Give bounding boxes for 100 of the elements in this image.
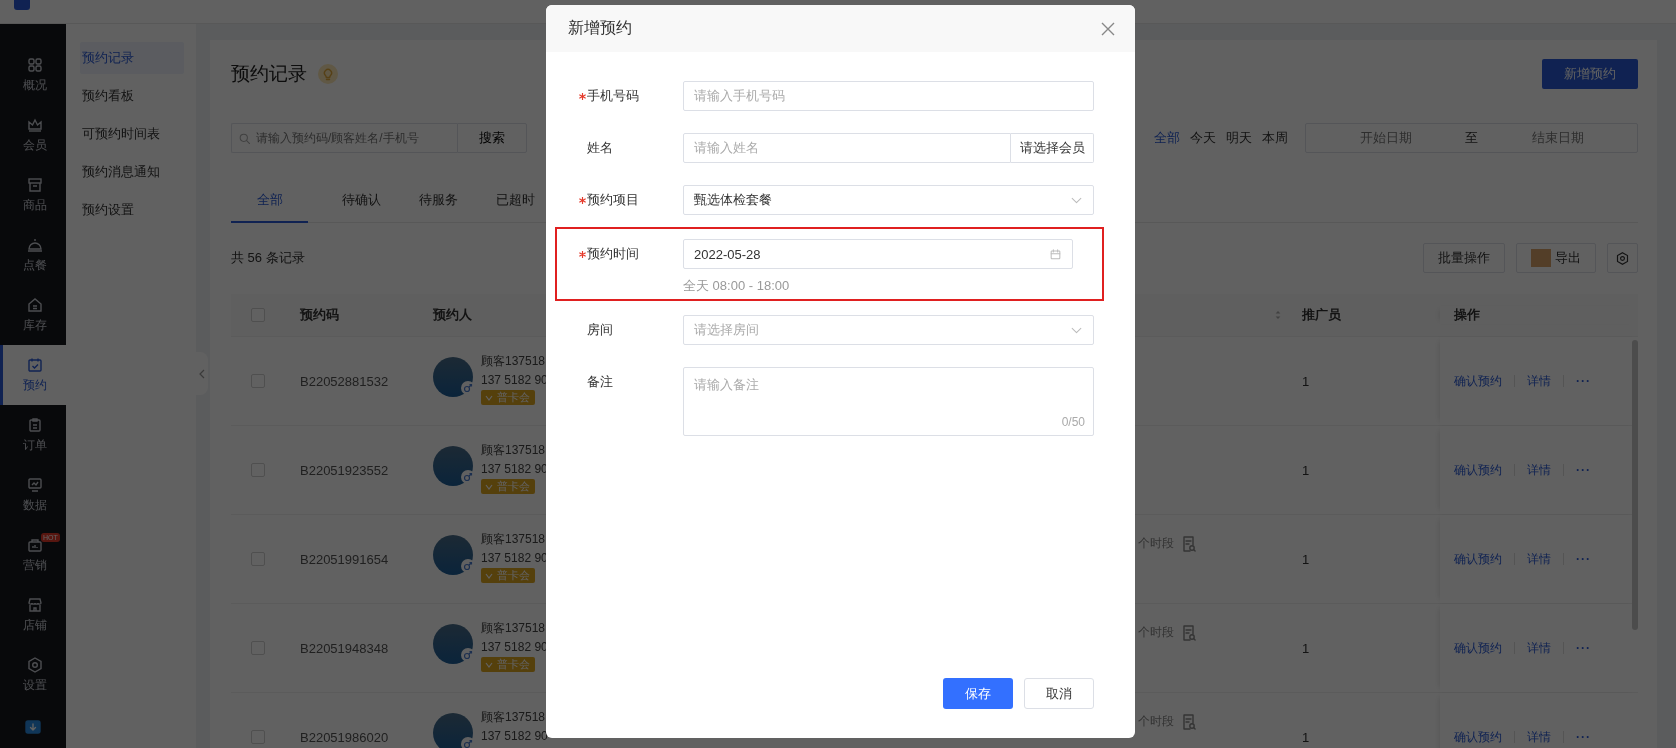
save-button[interactable]: 保存 — [943, 678, 1013, 709]
booking-code: B22051991654 — [300, 551, 389, 567]
remark-textarea[interactable]: 请输入备注 0/50 — [683, 367, 1094, 436]
sort-icon — [1274, 310, 1282, 320]
document-icon — [1182, 535, 1196, 552]
customer-name: 顾客137518 — [481, 353, 547, 370]
details-link[interactable]: 详情 — [1527, 728, 1551, 746]
date-field[interactable]: 2022-05-28 — [683, 239, 1073, 269]
customer-phone: 137 5182 90 — [481, 729, 548, 743]
record-count: 共 56 条记录 — [231, 249, 305, 267]
range-separator: 至 — [1465, 129, 1478, 147]
booking-code: B22051923552 — [300, 462, 389, 478]
document-icon — [1182, 624, 1196, 641]
status-tab[interactable]: 已超时 — [477, 178, 554, 223]
page-title: 预约记录 — [231, 62, 307, 86]
sidebar-item[interactable]: 订单 — [0, 405, 66, 465]
field-label: 预约项目 — [587, 191, 639, 209]
name-input[interactable]: 请输入姓名 — [683, 133, 1011, 163]
cancel-button[interactable]: 取消 — [1024, 678, 1094, 709]
add-booking-button[interactable]: 新增预约 — [1542, 59, 1638, 89]
calendar-icon — [1049, 247, 1062, 261]
select-field[interactable]: 请选择房间 — [683, 315, 1094, 345]
details-link[interactable]: 详情 — [1527, 639, 1551, 657]
submenu-item[interactable]: 预约看板 — [80, 80, 184, 112]
promoter-cell: 1 — [1302, 462, 1310, 478]
document-icon — [1182, 713, 1196, 730]
batch-button[interactable]: 批量操作 — [1423, 243, 1505, 273]
phone-input[interactable]: 请输入手机号码 — [683, 81, 1094, 111]
customer-name: 顾客137518 — [481, 531, 547, 548]
field-label: 姓名 — [587, 139, 613, 157]
warehouse-icon — [25, 296, 44, 314]
details-link[interactable]: 详情 — [1527, 461, 1551, 479]
export-button[interactable]: 导出 — [1516, 243, 1596, 273]
booking-code: B22052881532 — [300, 373, 389, 389]
field-label: 手机号码 — [587, 87, 639, 105]
status-tab[interactable]: 待确认 — [323, 178, 400, 223]
male-icon — [461, 381, 475, 395]
field-label: 预约时间 — [587, 245, 639, 263]
promoter-cell: 1 — [1302, 640, 1310, 656]
dialog-title: 新增预约 — [568, 18, 632, 38]
cloche-icon — [25, 236, 44, 254]
search-button[interactable]: 搜索 — [457, 123, 527, 153]
more-button[interactable]: ··· — [1576, 641, 1591, 655]
confirm-link[interactable]: 确认预约 — [1454, 461, 1502, 479]
member-badge: 普卡会 — [481, 390, 535, 405]
select-member-button[interactable]: 请选择会员 — [1011, 133, 1094, 163]
submenu-item[interactable]: 可预约时间表 — [80, 118, 184, 150]
member-badge: 普卡会 — [481, 657, 535, 672]
sidebar-item[interactable]: 预约 — [0, 345, 66, 405]
date-filter-option[interactable]: 全部 — [1154, 129, 1180, 147]
settings-icon — [25, 656, 44, 674]
details-link[interactable]: 详情 — [1527, 550, 1551, 568]
booking-code: B22051986020 — [300, 729, 389, 745]
status-tab[interactable]: 待服务 — [400, 178, 477, 223]
submenu-item[interactable]: 预约消息通知 — [80, 156, 184, 188]
sidebar-item[interactable]: 商品 — [0, 165, 66, 225]
confirm-link[interactable]: 确认预约 — [1454, 550, 1502, 568]
sidebar-item[interactable]: 概况 — [0, 45, 66, 105]
field-label: 备注 — [587, 373, 613, 391]
monitor-chart-icon — [25, 476, 44, 494]
field-label: 房间 — [587, 321, 613, 339]
date-filter-option[interactable]: 本周 — [1262, 129, 1288, 147]
confirm-link[interactable]: 确认预约 — [1454, 639, 1502, 657]
grid-icon — [25, 56, 44, 74]
submenu-item[interactable]: 预约设置 — [80, 194, 184, 226]
customer-name: 顾客137518 — [481, 709, 547, 726]
submenu-item[interactable]: 预约记录 — [80, 42, 184, 74]
time-hint: 全天 08:00 - 18:00 — [683, 277, 791, 295]
crown-icon — [25, 116, 44, 134]
customer-name: 顾客137518 — [481, 620, 547, 637]
date-filter-option[interactable]: 今天 — [1190, 129, 1216, 147]
confirm-link[interactable]: 确认预约 — [1454, 372, 1502, 390]
male-icon — [461, 648, 475, 662]
sidebar-item[interactable]: 店铺 — [0, 585, 66, 645]
search-icon — [238, 131, 251, 145]
more-button[interactable]: ··· — [1576, 374, 1591, 388]
select-field[interactable]: 甄选体检套餐 — [683, 185, 1094, 215]
promoter-cell: 1 — [1302, 373, 1310, 389]
booking-code: B22051948348 — [300, 640, 389, 656]
date-filter-option[interactable]: 明天 — [1226, 129, 1252, 147]
status-tab[interactable]: 全部 — [231, 178, 308, 223]
details-link[interactable]: 详情 — [1527, 372, 1551, 390]
more-button[interactable]: ··· — [1576, 730, 1591, 744]
customer-name: 顾客137518 — [481, 442, 547, 459]
gear-icon — [1615, 250, 1630, 266]
column-header: 预约人 — [433, 306, 472, 324]
settings-button[interactable] — [1607, 243, 1638, 273]
member-badge: 普卡会 — [481, 479, 535, 494]
export-icon — [1531, 249, 1551, 267]
more-button[interactable]: ··· — [1576, 463, 1591, 477]
confirm-link[interactable]: 确认预约 — [1454, 728, 1502, 746]
store-box-icon — [25, 176, 44, 194]
promoter-cell: 1 — [1302, 729, 1310, 745]
collapse-handle[interactable] — [196, 352, 208, 395]
lightbulb-icon — [317, 63, 339, 85]
column-header: 推广员 — [1302, 306, 1341, 324]
more-button[interactable]: ··· — [1576, 552, 1591, 566]
shopping-bag-icon — [25, 536, 44, 554]
close-icon[interactable] — [1101, 21, 1115, 36]
storefront-icon — [25, 596, 44, 614]
